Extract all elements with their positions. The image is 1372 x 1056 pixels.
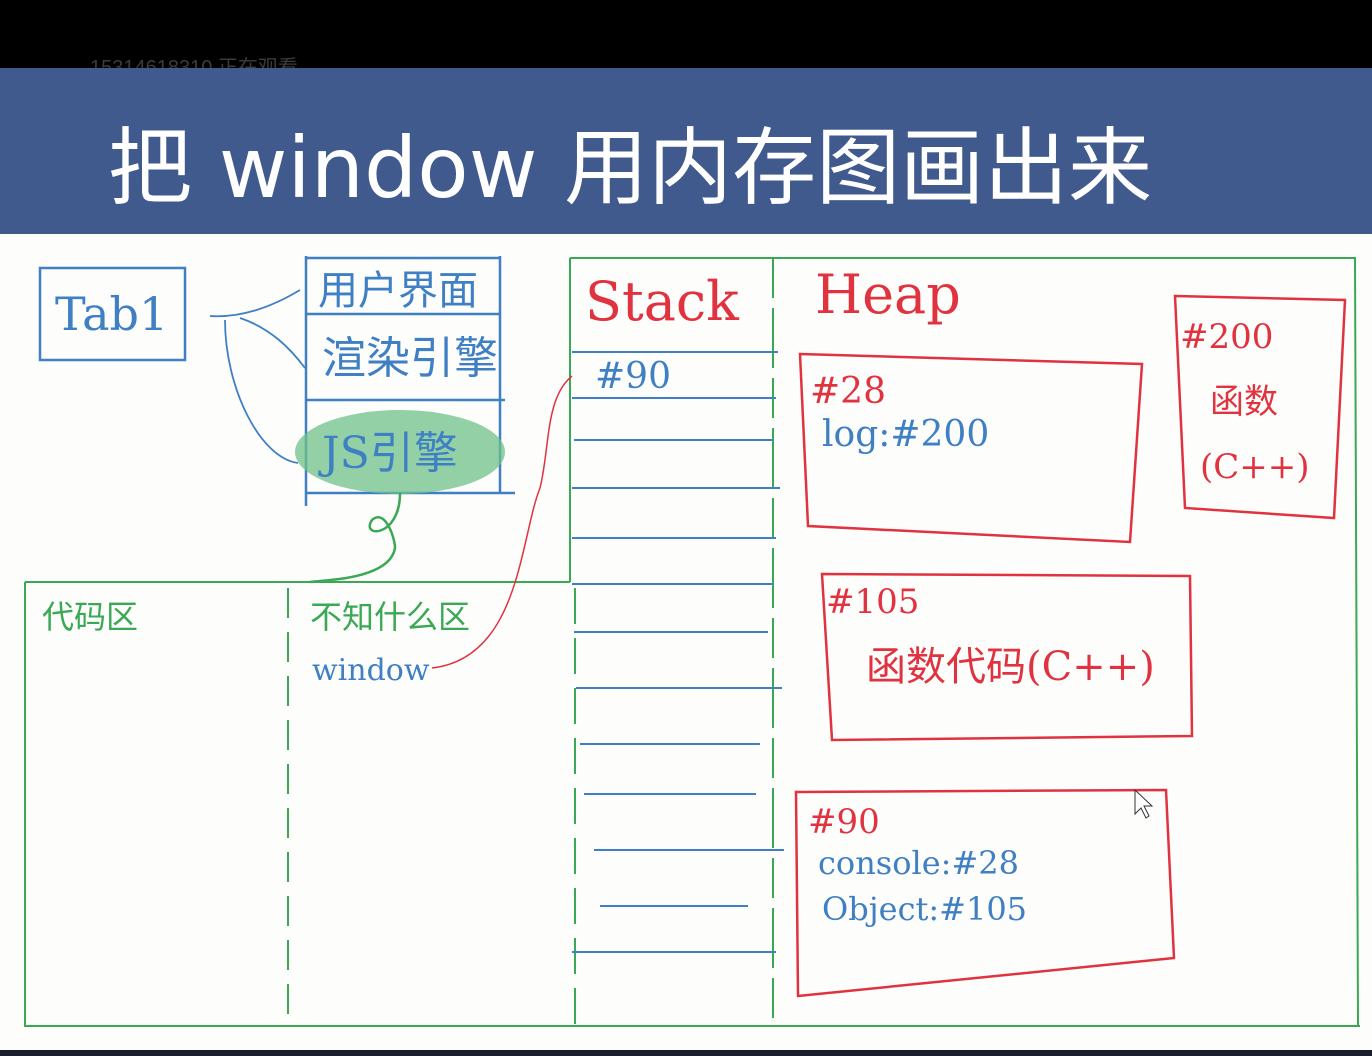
console-log-field: log:#200	[822, 414, 989, 455]
render-engine-label: 渲染引擎	[322, 333, 498, 384]
slide-body	[0, 234, 1370, 1054]
js-engine-label: JS引擎	[318, 428, 458, 479]
func-200-line2: (C++)	[1200, 447, 1310, 487]
code-area-label: 代码区	[42, 598, 138, 636]
heap-title: Heap	[815, 263, 961, 326]
window-label: window	[312, 653, 430, 688]
slide: 把 window 用内存图画出来 Tab1 用户界面 渲染引擎 JS引擎 代码区…	[0, 68, 1372, 1056]
window-console-field: console:#28	[818, 844, 1019, 882]
func-200-line1: 函数	[1210, 382, 1278, 422]
func-200-address: #200	[1180, 317, 1273, 357]
console-address: #28	[810, 371, 886, 412]
ui-layer-label: 用户界面	[318, 268, 478, 314]
stack-slot-address: #90	[595, 356, 671, 397]
memory-diagram: Tab1 用户界面 渲染引擎 JS引擎 代码区 不知什么区 window Sta…	[0, 234, 1370, 1054]
tab-label: Tab1	[55, 287, 168, 341]
window-object-field: Object:#105	[822, 890, 1027, 928]
window-object-address: #90	[808, 802, 880, 842]
viewer-bottom-bar	[0, 1050, 1372, 1056]
viewer-top-bar: 15314618310 正在观看	[0, 0, 1372, 79]
unknown-area-label: 不知什么区	[310, 598, 470, 636]
stack-title: Stack	[585, 270, 740, 333]
object-105-address: #105	[826, 582, 919, 622]
object-105-content: 函数代码(C++)	[866, 644, 1155, 690]
